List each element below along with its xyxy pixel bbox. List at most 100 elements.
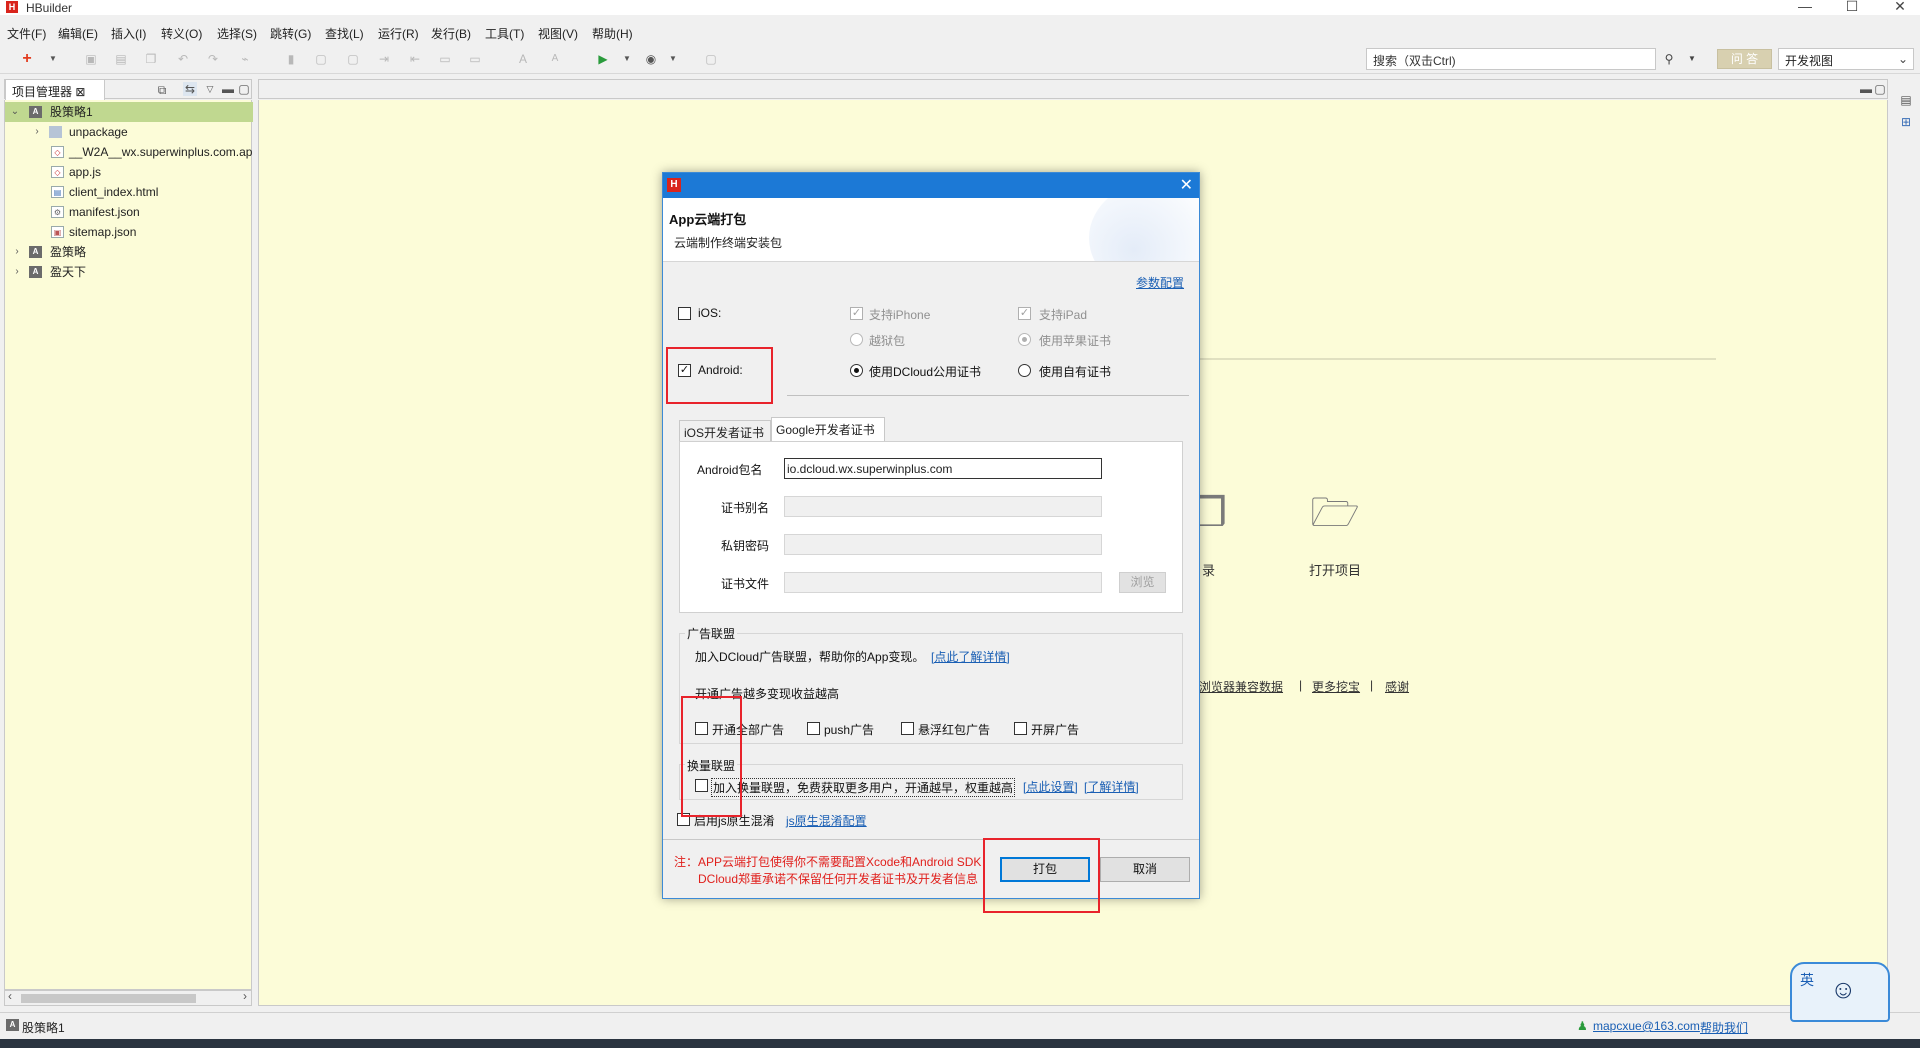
tree-item-project[interactable]: › A 盈天下 [5, 262, 253, 282]
link-editor-icon[interactable]: ⇆ [183, 82, 197, 96]
view-select[interactable]: 开发视图 [1778, 48, 1914, 70]
splash-ads-checkbox[interactable] [1014, 722, 1027, 735]
run-device-icon[interactable]: ▶ [596, 52, 610, 66]
tab-project-manager[interactable]: 项目管理器 ⊠ [5, 79, 105, 100]
panel-maximize-icon[interactable]: ▢ [237, 82, 251, 96]
wrap-icon[interactable]: ▢ [346, 52, 360, 66]
tree-item-project[interactable]: › A 盈策略 [5, 242, 253, 262]
save-all-icon[interactable]: ▤ [114, 52, 128, 66]
user-account-link[interactable]: mapcxue@163.com [1593, 1019, 1700, 1033]
exchange-details-link[interactable]: [了解详情] [1084, 778, 1139, 795]
qa-button[interactable]: 问 答 [1717, 49, 1772, 69]
tab-google-cert[interactable]: Google开发者证书 [771, 417, 885, 441]
view-menu-icon[interactable]: ▽ [203, 82, 217, 96]
bookmark-icon[interactable]: ▮ [284, 52, 298, 66]
open-folder-icon[interactable]: 🗁 [1305, 488, 1365, 538]
param-config-link[interactable]: 参数配置 [1136, 274, 1184, 291]
support-ipad-checkbox[interactable]: ✓ [1018, 307, 1031, 320]
close-icon[interactable]: ✕ [1180, 175, 1193, 195]
insert-icon[interactable]: ▢ [314, 52, 328, 66]
preview-icon[interactable]: ▢ [704, 52, 718, 66]
chevron-right-icon[interactable]: › [11, 242, 23, 262]
redo-icon[interactable]: ↷ [206, 52, 220, 66]
editor-minimize-icon[interactable]: ▬ [1859, 82, 1873, 96]
menu-select[interactable]: 选择(S) [217, 25, 257, 42]
support-iphone-checkbox[interactable]: ✓ [850, 307, 863, 320]
browser-dropdown-chevron-icon[interactable]: ▼ [666, 52, 680, 66]
chevron-down-icon[interactable]: ⌄ [9, 102, 21, 122]
menu-publish[interactable]: 发行(B) [431, 25, 471, 42]
exchange-setup-link[interactable]: [点此设置] [1023, 778, 1078, 795]
ad-union-details-link[interactable]: [点此了解详情] [931, 648, 1010, 665]
tree-item-project[interactable]: ⌄ A 股策略1 [5, 102, 253, 122]
collapse-all-icon[interactable]: ⧉ [155, 83, 169, 97]
package-name-input[interactable]: io.dcloud.wx.superwinplus.com [784, 458, 1102, 479]
search-input[interactable]: 搜索（双击Ctrl) [1366, 48, 1656, 70]
jailbreak-radio[interactable] [850, 333, 863, 346]
chevron-right-icon[interactable]: › [31, 122, 43, 142]
chevron-right-icon[interactable]: › [11, 262, 23, 282]
font-decrease-icon[interactable]: A [548, 52, 562, 66]
menu-run[interactable]: 运行(R) [378, 25, 419, 42]
search-dropdown-chevron-icon[interactable]: ▼ [1685, 52, 1699, 66]
thanks-link[interactable]: 感谢 [1385, 678, 1409, 695]
browser-preview-icon[interactable]: ◉ [644, 52, 658, 66]
key-password-input[interactable] [784, 534, 1102, 555]
tree-item-file[interactable]: ▤ client_index.html [5, 182, 253, 202]
minimize-icon[interactable]: — [1785, 0, 1825, 15]
tree-item-file[interactable]: ⚙ manifest.json [5, 202, 253, 222]
panel-minimize-icon[interactable]: ▬ [221, 82, 235, 96]
copy-icon[interactable]: ❐ [144, 52, 158, 66]
format-icon[interactable]: ⌁ [238, 52, 252, 66]
search-icon[interactable]: ⚲ [1662, 52, 1676, 66]
editor-maximize-icon[interactable]: ▢ [1873, 82, 1887, 96]
dcloud-cert-radio[interactable] [850, 364, 863, 377]
new-dropdown-chevron-icon[interactable]: ▼ [46, 52, 60, 66]
cert-file-input[interactable] [784, 572, 1102, 593]
js-obfuscate-config-link[interactable]: js原生混淆配置 [786, 812, 867, 829]
more-treasure-link[interactable]: 更多挖宝 [1312, 678, 1360, 695]
jump-icon[interactable]: ⇥ [377, 52, 391, 66]
menu-goto[interactable]: 跳转(G) [270, 25, 311, 42]
cert-alias-input[interactable] [784, 496, 1102, 517]
own-cert-radio[interactable] [1018, 364, 1031, 377]
font-increase-icon[interactable]: A [516, 52, 530, 66]
tree-item-file[interactable]: ◇ app.js [5, 162, 253, 182]
menu-file[interactable]: 文件(F) [7, 25, 46, 42]
view-select-chevron-icon[interactable]: ⌄ [1896, 52, 1910, 66]
ime-mascot[interactable]: 英 ☺ [1790, 962, 1890, 1022]
jump-end-icon[interactable]: ⇤ [408, 52, 422, 66]
maximize-icon[interactable]: ☐ [1832, 0, 1872, 15]
browser-compat-link[interactable]: 浏览器兼容数据 [1199, 678, 1283, 695]
menu-insert[interactable]: 插入(I) [111, 25, 146, 42]
structure-icon[interactable]: ⊞ [1899, 115, 1913, 129]
browse-button[interactable]: 浏览 [1119, 572, 1166, 593]
apple-cert-radio[interactable] [1018, 333, 1031, 346]
cancel-button[interactable]: 取消 [1100, 857, 1190, 882]
scrollbar-thumb[interactable] [21, 994, 196, 1003]
menu-edit[interactable]: 编辑(E) [58, 25, 98, 42]
uncomment-icon[interactable]: ▭ [468, 52, 482, 66]
menu-tools[interactable]: 工具(T) [485, 25, 524, 42]
undo-icon[interactable]: ↶ [176, 52, 190, 66]
close-icon[interactable]: ✕ [1880, 0, 1920, 15]
float-redpacket-ads-checkbox[interactable] [901, 722, 914, 735]
project-tree-hscrollbar[interactable]: ‹ › [4, 989, 252, 1006]
menu-help[interactable]: 帮助(H) [592, 25, 633, 42]
scroll-left-icon[interactable]: ‹ [8, 989, 12, 1003]
ios-checkbox[interactable] [678, 307, 691, 320]
run-dropdown-chevron-icon[interactable]: ▼ [620, 52, 634, 66]
menu-view[interactable]: 视图(V) [538, 25, 578, 42]
push-ads-checkbox[interactable] [807, 722, 820, 735]
scroll-right-icon[interactable]: › [243, 989, 247, 1003]
menu-find[interactable]: 查找(L) [325, 25, 364, 42]
tree-item-file[interactable]: ▣ sitemap.json [5, 222, 253, 242]
save-icon[interactable]: ▣ [84, 52, 98, 66]
tab-ios-cert[interactable]: iOS开发者证书 [679, 420, 771, 441]
new-file-icon[interactable]: + [20, 51, 34, 67]
tree-item-file[interactable]: ◇ __W2A__wx.superwinplus.com.ap [5, 142, 253, 162]
tree-item-folder[interactable]: › unpackage [5, 122, 253, 142]
help-us-link[interactable]: 帮助我们 [1700, 1019, 1748, 1036]
open-project-label[interactable]: 打开项目 [1309, 560, 1361, 579]
menu-escape[interactable]: 转义(O) [161, 25, 202, 42]
